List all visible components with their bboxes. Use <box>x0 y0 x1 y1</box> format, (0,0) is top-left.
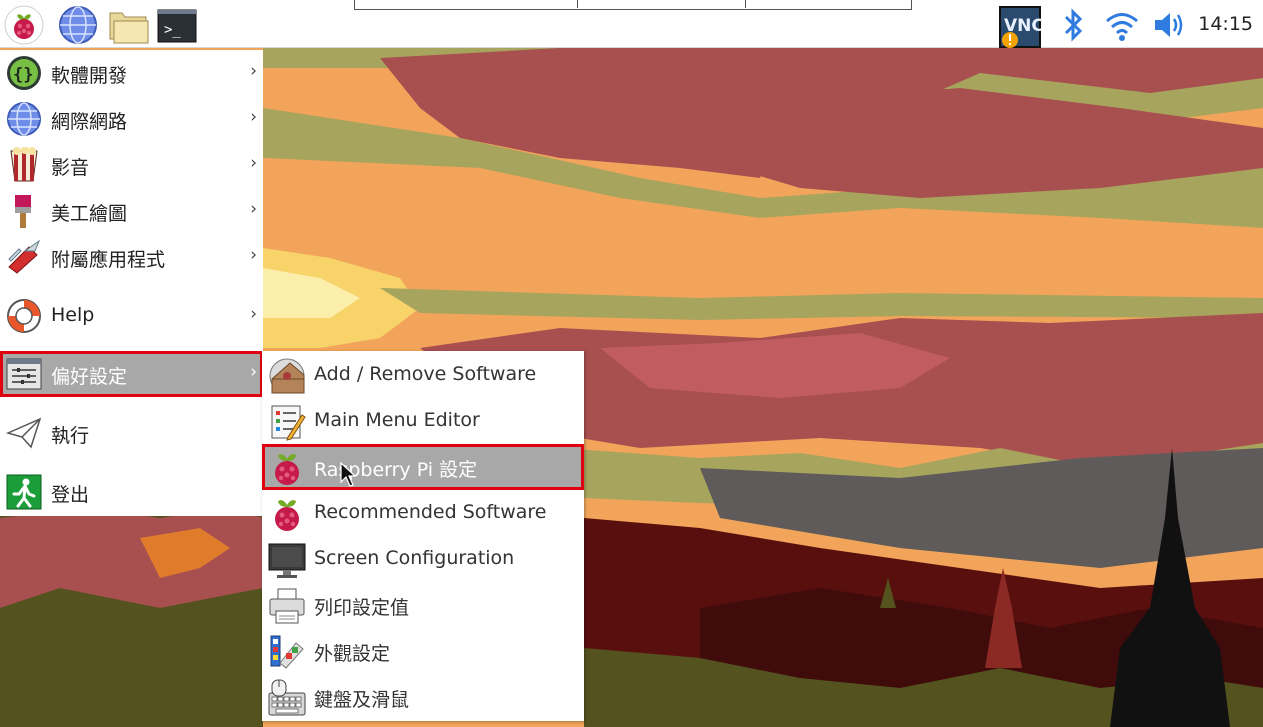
help-icon <box>7 299 41 333</box>
submenu-item-label: Screen Configuration <box>314 547 515 569</box>
submenu-item-appearance-settings[interactable]: 外觀設定 <box>262 628 584 674</box>
recommended-software-icon <box>275 500 299 531</box>
main-menu-editor-icon <box>271 405 306 441</box>
internet-icon <box>7 102 41 136</box>
add-remove-software-icon <box>269 358 305 394</box>
submenu-item-recommended-software[interactable]: Recommended Software <box>262 490 584 536</box>
submenu-item-screen-configuration[interactable]: Screen Configuration <box>262 536 584 582</box>
top-panel: >_ VNC 14:15 <box>0 0 1263 48</box>
menu-item-label: 網際網路 <box>51 111 128 133</box>
menu-item-label: Help <box>51 304 95 326</box>
raspberry-config-icon <box>275 454 299 485</box>
svg-text:{}: {} <box>13 65 33 85</box>
submenu-item-label: 列印設定值 <box>314 597 410 619</box>
web-browser-icon[interactable] <box>58 5 98 45</box>
menu-item-graphics[interactable]: 美工繪圖 › <box>0 188 263 234</box>
menu-item-programming[interactable]: {} 軟體開發 › <box>0 50 263 96</box>
screen-config-icon <box>268 543 306 578</box>
submenu-item-label: 鍵盤及滑鼠 <box>314 689 410 711</box>
svg-text:>_: >_ <box>164 22 181 38</box>
submenu-item-raspberry-pi-config[interactable]: Raspberry Pi 設定 <box>262 444 584 490</box>
keyboard-mouse-icon <box>268 679 306 716</box>
menu-item-accessories[interactable]: 附屬應用程式 › <box>0 234 263 280</box>
submenu-arrow-icon: › <box>250 107 257 127</box>
submenu-arrow-icon: › <box>250 362 257 382</box>
submenu-item-printer-settings[interactable]: 列印設定值 <box>262 582 584 628</box>
preferences-icon <box>6 358 42 390</box>
submenu-arrow-icon: › <box>250 153 257 173</box>
programming-icon: {} <box>7 56 41 90</box>
menu-item-internet[interactable]: 網際網路 › <box>0 96 263 142</box>
submenu-item-label: Add / Remove Software <box>314 363 537 385</box>
submenu-arrow-icon: › <box>250 199 257 219</box>
menu-item-label: 執行 <box>51 425 90 447</box>
submenu-arrow-icon: › <box>250 304 257 324</box>
menu-item-label: 軟體開發 <box>51 65 128 87</box>
menu-item-preferences[interactable]: 偏好設定 › <box>0 351 263 397</box>
run-icon <box>5 417 42 449</box>
graphics-icon <box>15 195 31 228</box>
raspberry-menu-icon[interactable] <box>4 5 44 45</box>
submenu-item-label: 外觀設定 <box>314 643 391 665</box>
file-manager-icon[interactable] <box>108 5 149 45</box>
submenu-item-label: Raspberry Pi 設定 <box>314 459 478 481</box>
menu-item-help[interactable]: Help › <box>0 293 263 339</box>
accessories-icon <box>8 239 41 274</box>
submenu-arrow-icon: › <box>250 61 257 81</box>
appearance-icon <box>270 635 304 669</box>
logout-icon <box>6 474 42 510</box>
bluetooth-icon[interactable] <box>1060 5 1088 45</box>
printer-icon <box>269 588 305 624</box>
menu-item-logout[interactable]: 登出 <box>0 469 263 515</box>
preferences-submenu: Add / Remove Software Main Menu Editor R… <box>262 351 584 721</box>
terminal-icon[interactable]: >_ <box>157 5 197 45</box>
vnc-icon[interactable]: VNC <box>998 5 1044 48</box>
taskbar-window-list[interactable] <box>354 0 912 10</box>
menu-item-label: 影音 <box>51 157 90 179</box>
menu-item-sound-video[interactable]: 影音 › <box>0 142 263 188</box>
menu-item-label: 偏好設定 <box>51 366 128 388</box>
clock[interactable]: 14:15 <box>1198 13 1253 35</box>
volume-icon[interactable] <box>1152 5 1188 45</box>
submenu-item-add-remove-software[interactable]: Add / Remove Software <box>262 352 584 398</box>
submenu-item-label: Main Menu Editor <box>314 409 480 431</box>
submenu-item-label: Recommended Software <box>314 501 547 523</box>
menu-item-run[interactable]: 執行 <box>0 410 263 456</box>
submenu-item-main-menu-editor[interactable]: Main Menu Editor <box>262 398 584 444</box>
mouse-cursor-icon <box>340 462 356 487</box>
menu-item-label: 美工繪圖 <box>51 203 128 225</box>
menu-item-label: 登出 <box>51 484 90 506</box>
wifi-icon[interactable] <box>1104 5 1140 45</box>
sound-video-icon <box>10 147 38 182</box>
submenu-arrow-icon: › <box>250 245 257 265</box>
main-menu: {} 軟體開發 › 網際網路 › 影音 › 美工繪圖 › 附屬應用程式 › He… <box>0 50 263 516</box>
menu-item-label: 附屬應用程式 <box>51 249 166 271</box>
submenu-item-keyboard-mouse[interactable]: 鍵盤及滑鼠 <box>262 674 584 720</box>
